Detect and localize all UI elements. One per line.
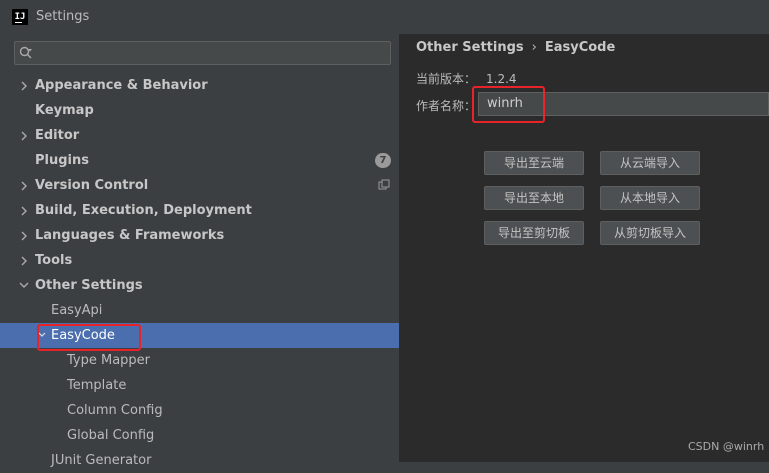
tree-item-label: Editor xyxy=(35,128,80,143)
chevron-right-icon[interactable] xyxy=(20,123,32,148)
export-to-cloud-button[interactable]: 导出至云端 xyxy=(484,151,584,175)
import-from-cloud-button[interactable]: 从云端导入 xyxy=(600,151,700,175)
chevron-right-icon[interactable] xyxy=(20,73,32,98)
breadcrumb-current: EasyCode xyxy=(544,40,616,55)
tree-item-other-settings[interactable]: Other Settings xyxy=(0,273,399,298)
tree-item-appearance-behavior[interactable]: Appearance & Behavior xyxy=(0,73,399,98)
chevron-right-icon[interactable] xyxy=(20,173,32,198)
export-to-local-button[interactable]: 导出至本地 xyxy=(484,186,584,210)
version-row: 当前版本： 1.2.4 xyxy=(416,70,517,87)
settings-tree: Appearance & Behavior Keymap Editor Plug… xyxy=(0,73,399,473)
tree-item-type-mapper[interactable]: Type Mapper xyxy=(0,348,399,373)
easycode-highlight-box xyxy=(37,324,141,351)
chevron-right-icon[interactable] xyxy=(20,223,32,248)
tree-item-label: JUnit Generator xyxy=(51,453,152,468)
tree-item-label: Template xyxy=(67,378,127,393)
version-label: 当前版本： xyxy=(416,72,477,86)
tree-item-build-execution-deployment[interactable]: Build, Execution, Deployment xyxy=(0,198,399,223)
tree-item-keymap[interactable]: Keymap xyxy=(0,98,399,123)
tree-item-label: Tools xyxy=(35,253,73,268)
chevron-right-icon[interactable] xyxy=(20,198,32,223)
tree-item-languages-frameworks[interactable]: Languages & Frameworks xyxy=(0,223,399,248)
breadcrumb-parent[interactable]: Other Settings xyxy=(416,40,524,55)
tree-item-label: Other Settings xyxy=(35,278,143,293)
settings-search-input[interactable] xyxy=(14,41,391,65)
csdn-watermark: CSDN @winrh xyxy=(688,440,765,453)
tree-item-label: Appearance & Behavior xyxy=(35,78,208,93)
tree-item-label: Build, Execution, Deployment xyxy=(35,203,252,218)
tree-item-label: Keymap xyxy=(35,103,94,118)
tree-item-plugins[interactable]: Plugins 7 xyxy=(0,148,399,173)
plugins-update-badge: 7 xyxy=(375,153,391,168)
export-to-clipboard-button[interactable]: 导出至剪切板 xyxy=(484,221,584,245)
import-from-local-button[interactable]: 从本地导入 xyxy=(600,186,700,210)
tree-item-label: Column Config xyxy=(67,403,163,418)
tree-item-editor[interactable]: Editor xyxy=(0,123,399,148)
chevron-down-icon[interactable] xyxy=(19,273,31,298)
version-value: 1.2.4 xyxy=(486,72,517,86)
search-icon xyxy=(19,46,32,59)
tree-item-easyapi[interactable]: EasyApi xyxy=(0,298,399,323)
tree-item-tools[interactable]: Tools xyxy=(0,248,399,273)
tree-item-template[interactable]: Template xyxy=(0,373,399,398)
tree-item-column-config[interactable]: Column Config xyxy=(0,398,399,423)
tree-item-junit-generator[interactable]: JUnit Generator xyxy=(0,448,399,473)
import-from-clipboard-button[interactable]: 从剪切板导入 xyxy=(600,221,700,245)
tree-item-label: Global Config xyxy=(67,428,155,443)
tree-item-label: EasyApi xyxy=(51,303,103,318)
tree-item-label: Plugins xyxy=(35,153,89,168)
breadcrumb: Other Settings › EasyCode xyxy=(416,40,615,55)
tree-item-label: Languages & Frameworks xyxy=(35,228,225,243)
window-title: Settings xyxy=(36,9,90,24)
intellij-app-icon: IJ xyxy=(12,9,28,25)
project-copy-icon xyxy=(378,179,390,190)
title-bar: IJ Settings xyxy=(0,0,769,34)
author-label: 作者名称： xyxy=(416,99,477,113)
tree-item-label: Type Mapper xyxy=(67,353,151,368)
chevron-right-icon[interactable] xyxy=(20,248,32,273)
author-highlight-box xyxy=(472,86,545,123)
tree-item-global-config[interactable]: Global Config xyxy=(0,423,399,448)
breadcrumb-separator: › xyxy=(531,40,537,55)
tree-item-label: Version Control xyxy=(35,178,149,193)
tree-item-version-control[interactable]: Version Control xyxy=(0,173,399,198)
